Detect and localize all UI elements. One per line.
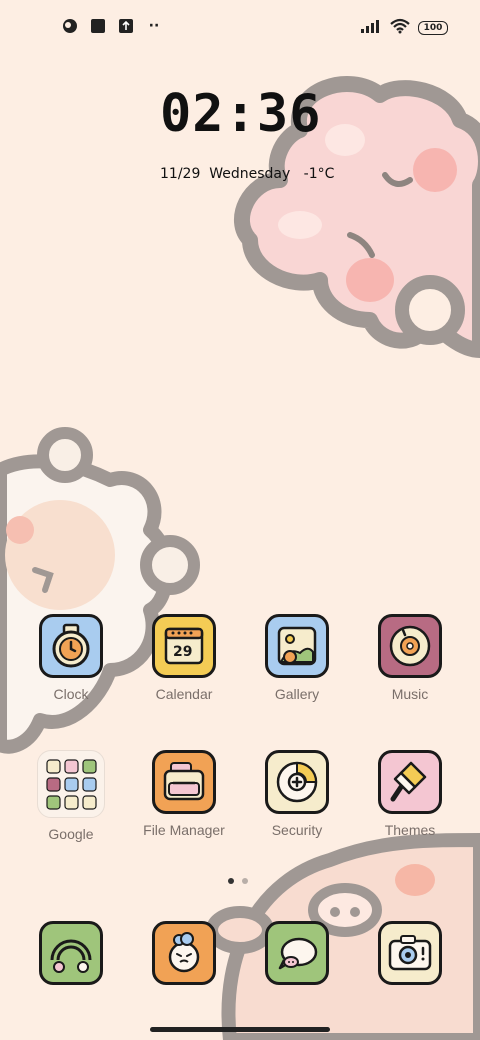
dock-messages[interactable] [242,921,352,985]
folder-icon [37,750,105,818]
wallpaper [0,76,480,1040]
status-bar-left: ·· [62,18,162,34]
stopwatch-icon [39,614,103,678]
vinyl-icon [378,614,442,678]
phone-rainbow-icon [39,921,103,985]
app-clock[interactable]: Clock [16,614,126,702]
upload-icon [118,18,134,34]
app-label: Gallery [274,686,320,702]
app-music[interactable]: Music [355,614,465,702]
message-bubble-icon [265,921,329,985]
folder-google[interactable]: Google [16,750,126,842]
signal-icon [360,18,382,38]
app-themes[interactable]: Themes [355,750,465,838]
camera-icon [378,921,442,985]
battery-indicator: 100 [418,21,448,35]
calendar-day: 29 [173,644,193,660]
app-file-manager[interactable]: File Manager [129,750,239,838]
dock-phone[interactable] [16,921,126,985]
app-calendar[interactable]: 29 Calendar [129,614,239,702]
theme-app-icon [62,18,78,34]
shield-plus-icon [265,750,329,814]
paint-brush-icon [378,750,442,814]
dock-camera[interactable] [355,921,465,985]
time-display: 02:36 [160,84,322,144]
wallet-icon [152,750,216,814]
photo-icon [265,614,329,678]
date-weather-line: 11/29 Wednesday -1°C [160,166,335,182]
app-label: File Manager [143,822,225,838]
page-dot[interactable] [242,878,248,884]
app-label: Security [271,822,323,838]
status-bar-right: 100 [360,18,448,38]
page-dot-active[interactable] [228,878,234,884]
sheep-face-icon [152,921,216,985]
app-label: Calendar [155,686,213,702]
home-gesture-bar[interactable] [150,1027,330,1032]
app-label: Google [48,826,94,842]
app-label: Clock [53,686,89,702]
dock-contacts[interactable] [129,921,239,985]
calendar-icon: 29 [152,614,216,678]
app-security[interactable]: Security [242,750,352,838]
more-dots-icon: ·· [148,18,160,34]
wifi-icon [390,18,410,38]
status-bar: ·· 100 [0,0,480,56]
page-indicator[interactable] [228,878,248,884]
app-label: Music [391,686,429,702]
notification-square-icon [90,18,106,34]
app-label: Themes [384,822,436,838]
app-gallery[interactable]: Gallery [242,614,352,702]
